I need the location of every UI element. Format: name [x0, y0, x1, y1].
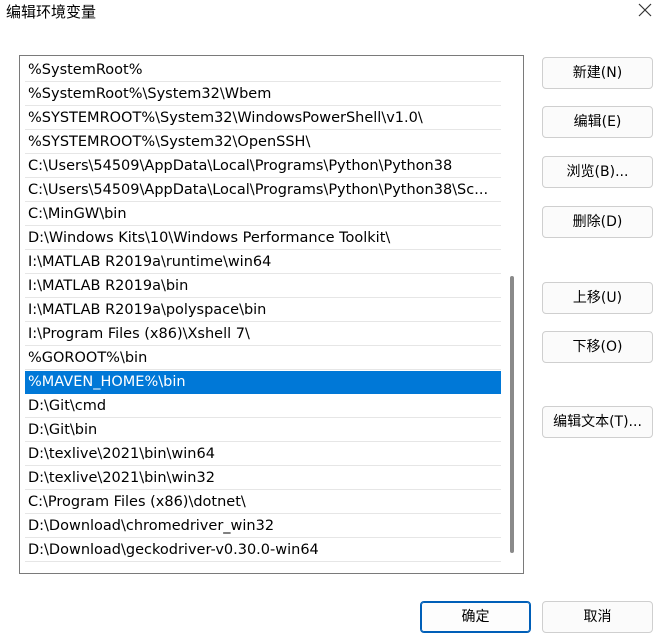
list-item[interactable]: D:\Git\bin — [25, 419, 501, 442]
list-item[interactable]: C:\Users\54509\AppData\Local\Programs\Py… — [25, 179, 501, 202]
list-item[interactable]: D:\Download\geckodriver-v0.30.0-win64 — [25, 539, 501, 562]
list-item[interactable]: C:\MinGW\bin — [25, 203, 501, 226]
edit-text-button[interactable]: 编辑文本(T)... — [542, 406, 653, 438]
list-item[interactable]: I:\MATLAB R2019a\polyspace\bin — [25, 299, 501, 322]
list-item-selected[interactable]: %MAVEN_HOME%\bin — [25, 371, 501, 394]
ok-button[interactable]: 确定 — [420, 601, 531, 633]
delete-button[interactable]: 删除(D) — [542, 206, 653, 238]
list-item[interactable]: D:\Download\chromedriver_win32 — [25, 515, 501, 538]
path-list[interactable]: %SystemRoot% %SystemRoot%\System32\Wbem %S… — [19, 55, 524, 574]
move-up-button[interactable]: 上移(U) — [542, 282, 653, 314]
cancel-button[interactable]: 取消 — [542, 601, 653, 633]
window-title: 编辑环境变量 — [6, 3, 97, 21]
list-item[interactable]: I:\MATLAB R2019a\bin — [25, 275, 501, 298]
scrollbar-thumb[interactable] — [510, 276, 514, 553]
list-item[interactable]: I:\MATLAB R2019a\runtime\win64 — [25, 251, 501, 274]
list-item[interactable]: C:\Users\54509\AppData\Local\Programs\Py… — [25, 155, 501, 178]
list-item[interactable]: I:\Program Files (x86)\Xshell 7\ — [25, 323, 501, 346]
list-item[interactable]: %SYSTEMROOT%\System32\WindowsPowerShell\… — [25, 107, 501, 130]
list-item[interactable]: C:\Program Files (x86)\dotnet\ — [25, 491, 501, 514]
list-item[interactable]: %SYSTEMROOT%\System32\OpenSSH\ — [25, 131, 501, 154]
scrollbar[interactable] — [505, 57, 519, 572]
new-button[interactable]: 新建(N) — [542, 57, 653, 89]
browse-button[interactable]: 浏览(B)... — [542, 156, 653, 188]
close-icon[interactable] — [631, 0, 657, 26]
title-bar: 编辑环境变量 — [0, 0, 659, 26]
list-item[interactable]: D:\texlive\2021\bin\win32 — [25, 467, 501, 490]
list-item[interactable]: %SystemRoot%\System32\Wbem — [25, 83, 501, 106]
edit-button[interactable]: 编辑(E) — [542, 106, 653, 138]
move-down-button[interactable]: 下移(O) — [542, 331, 653, 363]
list-item[interactable]: %GOROOT%\bin — [25, 347, 501, 370]
list-item[interactable]: D:\Git\cmd — [25, 395, 501, 418]
list-item[interactable]: %SystemRoot% — [25, 59, 501, 82]
list-item[interactable]: D:\texlive\2021\bin\win64 — [25, 443, 501, 466]
list-item[interactable]: D:\Windows Kits\10\Windows Performance T… — [25, 227, 501, 250]
